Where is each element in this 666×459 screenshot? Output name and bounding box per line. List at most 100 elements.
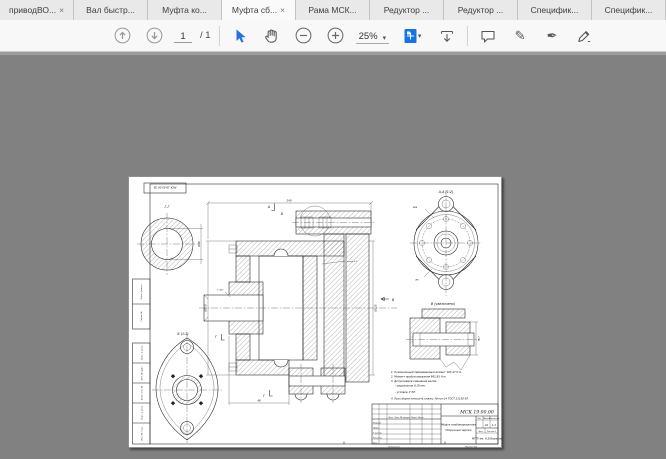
tab-label: Рама МСК... bbox=[308, 5, 356, 15]
arrow-down-circle-icon bbox=[146, 27, 163, 44]
svg-text:Н.контр.: Н.контр. bbox=[373, 437, 383, 439]
tab-close-icon[interactable]: × bbox=[280, 6, 285, 15]
svg-text:А-А (1:2): А-А (1:2) bbox=[438, 190, 454, 194]
tab-label: Редуктор ... bbox=[458, 5, 504, 15]
svg-text:Г: Г bbox=[263, 394, 266, 398]
svg-text:Ø84: Ø84 bbox=[412, 206, 418, 209]
svg-text:M12: M12 bbox=[479, 336, 481, 341]
tab-close-icon[interactable]: × bbox=[59, 6, 64, 15]
tab-label: Редуктор ... bbox=[384, 5, 430, 15]
zoom-level-value: 25% bbox=[359, 31, 378, 42]
svg-text:Копировал: Копировал bbox=[388, 446, 401, 448]
svg-text:Листов 1: Листов 1 bbox=[486, 431, 497, 433]
hand-tool-button[interactable] bbox=[260, 24, 284, 48]
view-aa: А-А (1:2) bbox=[410, 190, 482, 296]
svg-text:240: 240 bbox=[287, 199, 292, 203]
pdf-page[interactable]: МСК 19.00.00 СБ Перв. примен. Справ. № П… bbox=[128, 176, 502, 448]
cursor-arrow-icon bbox=[232, 28, 248, 44]
svg-text:Ø110: Ø110 bbox=[203, 304, 208, 312]
fit-width-button[interactable] bbox=[435, 24, 459, 48]
document-canvas[interactable]: МСК 19.00.00 СБ Перв. примен. Справ. № П… bbox=[0, 52, 666, 459]
tab-label: Муфта сб... bbox=[232, 5, 277, 15]
svg-text:24: 24 bbox=[485, 423, 489, 427]
view-v: В (увеличено) M12 bbox=[406, 302, 481, 370]
svg-text:Подп. и дата: Подп. и дата bbox=[142, 345, 144, 360]
svg-text:- угловое 1°30'.: - угловое 1°30'. bbox=[395, 390, 416, 394]
svg-text:Ø125: Ø125 bbox=[373, 304, 378, 312]
svg-text:зазор 0,7: зазор 0,7 bbox=[347, 261, 358, 263]
hand-icon bbox=[263, 27, 280, 44]
svg-text:Инв. № подл.: Инв. № подл. bbox=[141, 426, 144, 441]
minus-circle-icon bbox=[295, 27, 312, 44]
fill-and-sign-button[interactable] bbox=[572, 24, 596, 48]
svg-text:Масштаб: Масштаб bbox=[489, 417, 500, 420]
highlight-button[interactable]: ✎ bbox=[508, 24, 532, 48]
pencil-icon: ✎ bbox=[515, 28, 526, 44]
svg-text:МГТУ им. Н.Э.Баумана: МГТУ им. Н.Э.Баумана bbox=[472, 437, 503, 441]
chevron-down-icon: ▾ bbox=[383, 34, 387, 42]
tab-bar: приводВО... × Вал быстр... Муфта ко... М… bbox=[0, 0, 666, 20]
svg-text:1:1: 1:1 bbox=[492, 423, 497, 427]
svg-text:Разраб.: Разраб. bbox=[373, 421, 382, 424]
svg-text:Лит.: Лит. bbox=[476, 418, 482, 420]
tab-rama-msk[interactable]: Рама МСК... bbox=[296, 0, 370, 20]
margin-stamps: Перв. примен. Справ. № Подп. и дата Инв.… bbox=[133, 279, 151, 444]
tab-specifik-2[interactable]: Специфик... bbox=[592, 0, 666, 20]
speech-bubble-icon bbox=[480, 28, 496, 44]
svg-text:Ø48: Ø48 bbox=[196, 241, 201, 248]
tab-mufta-sb-active[interactable]: Муфта сб... × bbox=[222, 0, 296, 20]
svg-text:В: В bbox=[392, 298, 395, 302]
zoom-level-select[interactable]: 25% ▾ bbox=[356, 28, 390, 44]
svg-text:3. Допускаемое смещение валов:: 3. Допускаемое смещение валов: bbox=[391, 379, 437, 383]
tab-val-bystr[interactable]: Вал быстр... bbox=[74, 0, 148, 20]
title-block: Изм. Лист № докум. Подп. Дата Разраб. Пр… bbox=[372, 404, 502, 444]
svg-text:- радиальное 0,19 мм;: - радиальное 0,19 мм; bbox=[395, 384, 425, 388]
page-display-mode-button[interactable]: ▾ bbox=[397, 24, 427, 48]
svg-text:Подп. и дата: Подп. и дата bbox=[142, 405, 144, 420]
select-tool-button[interactable] bbox=[228, 24, 252, 48]
tab-label: приводВО... bbox=[9, 5, 56, 15]
main-section-view: 240 А Б bbox=[199, 199, 397, 406]
chevron-down-icon: ▾ bbox=[418, 32, 422, 40]
fill-sign-icon bbox=[576, 28, 592, 44]
next-page-button[interactable] bbox=[142, 24, 166, 48]
svg-text:2. Момент пробуксовывания 991,: 2. Момент пробуксовывания 991,83 Н·м. bbox=[391, 375, 446, 379]
tab-label: Вал быстр... bbox=[86, 5, 135, 15]
tab-label: Специфик... bbox=[605, 5, 653, 15]
svg-text:Утв.: Утв. bbox=[373, 442, 378, 444]
comment-button[interactable] bbox=[476, 24, 500, 48]
svg-text:Справ. №: Справ. № bbox=[140, 311, 143, 321]
arrow-up-circle-icon bbox=[114, 27, 131, 44]
frame-footer: Копировал Формат A3 bbox=[388, 445, 478, 448]
pen-nib-icon: ✒ bbox=[547, 28, 558, 44]
svg-text:МСК 19.00.00: МСК 19.00.00 bbox=[459, 410, 494, 416]
view-b: Б (1:2) bbox=[152, 332, 222, 443]
svg-text:4. При сборке наносить смазку: 4. При сборке наносить смазку Литол-24 Г… bbox=[391, 397, 469, 401]
tab-mufta-ko[interactable]: Муфта ко... bbox=[148, 0, 222, 20]
svg-text:В (увеличено): В (увеличено) bbox=[431, 302, 455, 306]
previous-page-button[interactable] bbox=[110, 24, 134, 48]
zoom-out-button[interactable] bbox=[292, 24, 316, 48]
svg-text:МСК 19.00.00 СБ: МСК 19.00.00 СБ bbox=[153, 186, 176, 190]
viewer-toolbar: 1 / 1 25% ▾ ▾ bbox=[0, 20, 666, 52]
sign-button[interactable]: ✒ bbox=[540, 24, 564, 48]
svg-text:48: 48 bbox=[257, 399, 261, 403]
svg-text:Пров.: Пров. bbox=[373, 427, 379, 429]
svg-text:Муфта комбинированная: Муфта комбинированная bbox=[441, 423, 476, 427]
svg-text:Лист: Лист bbox=[477, 431, 484, 433]
page-view-icon bbox=[403, 28, 418, 44]
tab-reduktor-2[interactable]: Редуктор ... bbox=[444, 0, 518, 20]
tab-privodvo[interactable]: приводВО... × bbox=[0, 0, 74, 20]
svg-text:А: А bbox=[267, 205, 271, 209]
svg-text:Изм. Лист № докум. Подп. Дата: Изм. Лист № докум. Подп. Дата bbox=[389, 416, 424, 419]
tab-specifik-1[interactable]: Специфик... bbox=[518, 0, 592, 20]
tab-reduktor-1[interactable]: Редуктор ... bbox=[370, 0, 444, 20]
svg-text:Перв. примен.: Перв. примен. bbox=[141, 283, 143, 299]
svg-text:Ø8: Ø8 bbox=[415, 279, 420, 282]
svg-text:Инв. № дубл.: Инв. № дубл. bbox=[141, 366, 144, 381]
technical-notes: 1. Номинальный передаваемый момент 193,4… bbox=[391, 370, 469, 401]
page-number-input[interactable]: 1 bbox=[174, 28, 192, 43]
fit-width-icon bbox=[439, 28, 455, 44]
zoom-in-button[interactable] bbox=[324, 24, 348, 48]
toolbar-separator bbox=[467, 26, 468, 46]
